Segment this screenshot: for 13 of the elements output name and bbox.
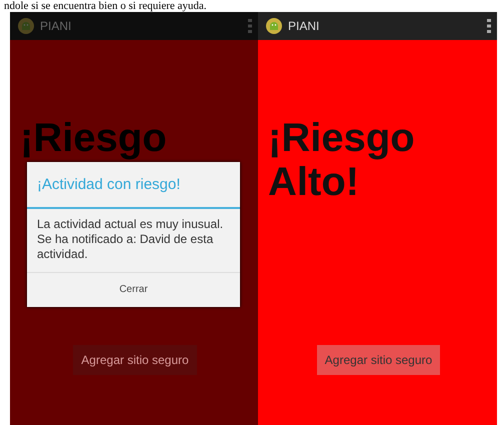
caption-text: ndole si se encuentra bien o si requiere ayuda.	[3, 0, 208, 12]
overflow-menu-icon[interactable]	[487, 19, 491, 33]
app-title: PIANI	[288, 18, 320, 35]
close-button[interactable]: Cerrar	[27, 272, 240, 306]
app-title: PIANI	[40, 18, 72, 35]
android-robot-icon	[18, 18, 34, 34]
add-safe-place-button[interactable]: Agregar sitio seguro	[73, 345, 197, 375]
dialog-message: La actividad actual es muy inusual. Se ha notificado a: David de esta actividad.	[36, 216, 224, 262]
dialog-title: ¡Actividad con riesgo!	[27, 162, 240, 208]
risk-heading: ¡Riesgo	[20, 116, 168, 160]
add-safe-place-button[interactable]: Agregar sitio seguro	[316, 345, 440, 375]
risk-heading: ¡Riesgo Alto!	[268, 116, 416, 204]
android-robot-icon	[266, 18, 282, 34]
